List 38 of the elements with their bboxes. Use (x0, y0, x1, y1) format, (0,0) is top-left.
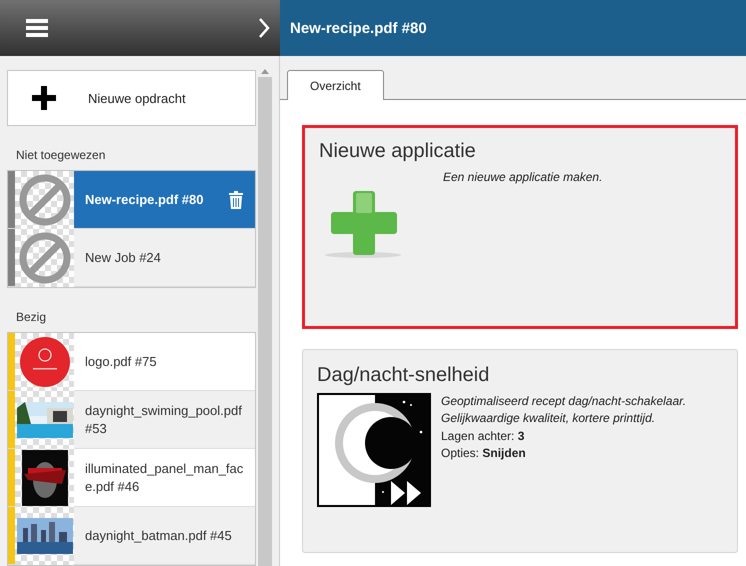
app-card[interactable]: Nieuwe applicatie Een nieuwe applicatie maken. (302, 125, 738, 329)
card-title: Nieuwe applicatie (319, 140, 477, 163)
job-item[interactable]: daynight_swiming_pool.pdf #53 (8, 391, 255, 449)
section-heading: Niet toegewezen (15, 147, 106, 164)
job-name: illuminated_panel_man_face.pdf #46 (84, 460, 244, 496)
description-line: Gelijkwaardige kwaliteit, kortere printtijd. (441, 410, 656, 428)
chevron-right-icon (258, 18, 270, 38)
description-line: Een nieuwe applicatie maken. (443, 169, 602, 186)
expand-button[interactable] (258, 18, 270, 38)
scroll-up-icon (261, 68, 269, 74)
plus-icon (32, 86, 56, 110)
menu-button[interactable] (26, 19, 48, 37)
job-name: daynight_swiming_pool.pdf #53 (84, 402, 243, 438)
day-night-icon (317, 393, 431, 507)
new-job-button[interactable]: Nieuwe opdracht (7, 70, 256, 126)
job-item[interactable]: illuminated_panel_man_face.pdf #46 (8, 449, 255, 507)
job-name: New Job #24 (84, 248, 162, 266)
scrollbar[interactable] (258, 65, 272, 566)
tab[interactable]: Overzicht (287, 70, 384, 100)
job-item[interactable]: New Job #24 (8, 229, 255, 287)
description-line: Geoptimaliseerd recept dag/nacht-schakelaar. (441, 393, 686, 410)
job-name: logo.pdf #75 (84, 352, 158, 370)
job-item[interactable]: daynight_batman.pdf #45 (8, 507, 255, 565)
job-name: daynight_batman.pdf #45 (84, 526, 233, 544)
delete-button[interactable] (229, 190, 243, 208)
description-line: Lagen achter: 3 (441, 428, 526, 445)
no-entry-icon (18, 232, 70, 284)
card-title: Dag/nacht-snelheid (317, 364, 490, 387)
trash-icon (229, 190, 243, 208)
document-title: New-recipe.pdf #80 (290, 20, 427, 36)
menu-icon (26, 19, 48, 37)
job-name: New-recipe.pdf #80 (84, 190, 204, 208)
job-item[interactable]: logo.pdf #75 (8, 333, 255, 391)
description-line: Opties: Snijden (441, 445, 527, 462)
job-item[interactable]: New-recipe.pdf #80 (8, 171, 255, 229)
app-card[interactable]: Dag/nacht-snelheid Geoptimaliseerd recept dag/nacht-schakelaar. Gelijkwaardige kwaliteit, kortere printtijd. Lagen achter: 3 Opties: Snijden (302, 349, 738, 553)
no-entry-icon (18, 174, 70, 226)
section-heading: Bezig (15, 309, 48, 326)
